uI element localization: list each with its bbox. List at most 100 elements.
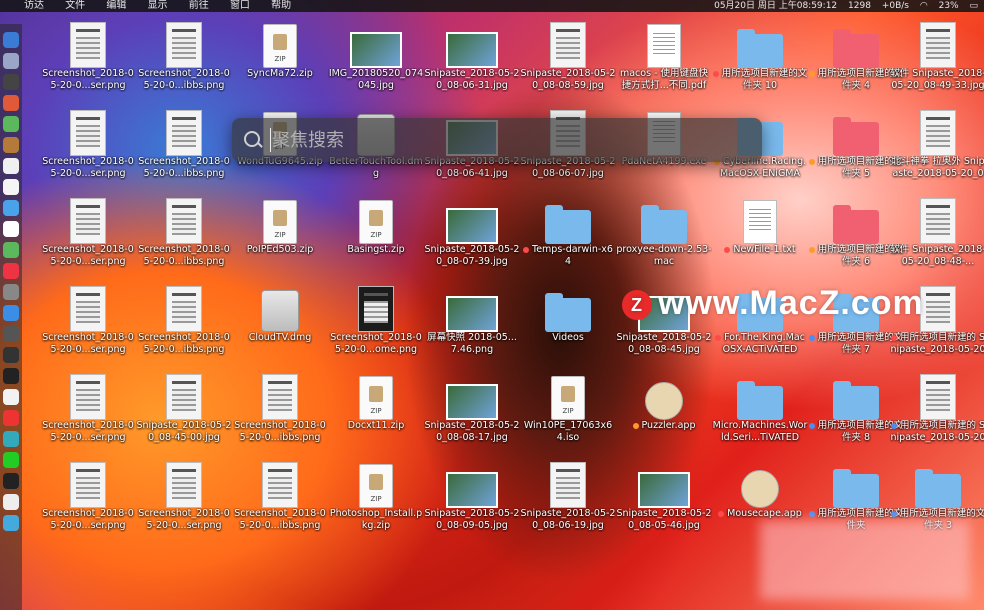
spotlight-search-input[interactable] bbox=[270, 126, 744, 154]
desktop-icon[interactable]: Screenshot_2018-05-20-0...ome.png bbox=[328, 282, 424, 356]
desktop-icon[interactable]: Snipaste_2018-05-20_08-06-19.jpg bbox=[520, 458, 616, 532]
folder-icon bbox=[833, 469, 879, 508]
dock-app-icon[interactable] bbox=[3, 221, 19, 237]
dock-app-icon[interactable] bbox=[3, 368, 19, 384]
dock-app-icon[interactable] bbox=[3, 473, 19, 489]
screenshot-icon bbox=[166, 286, 202, 332]
dock-app-icon[interactable] bbox=[3, 389, 19, 405]
dock-app-icon[interactable] bbox=[3, 515, 19, 531]
desktop-icon[interactable]: Screenshot_2018-05-20-0...ser.png bbox=[40, 106, 136, 180]
desktop-icon[interactable]: 用所选项目新建的文件夹 10 bbox=[712, 18, 808, 92]
desktop-icon[interactable]: Snipaste_2018-05-20_08-08-59.jpg bbox=[520, 18, 616, 92]
desktop-icon[interactable]: Screenshot_2018-05-20-0...ibbs.png bbox=[136, 18, 232, 92]
clock[interactable]: 05月20日 周日 上午08:59:12 bbox=[714, 1, 837, 11]
dock-app-icon[interactable] bbox=[3, 158, 19, 174]
dock-app-icon[interactable] bbox=[3, 74, 19, 90]
desktop-icon[interactable]: Screenshot_2018-05-20-0...ser.png bbox=[136, 458, 232, 532]
desktop-icon[interactable]: Screenshot_2018-05-20-0...ser.png bbox=[40, 18, 136, 92]
dock-app-icon[interactable] bbox=[3, 116, 19, 132]
screenshot-icon bbox=[262, 462, 298, 508]
dock-app-icon[interactable] bbox=[3, 32, 19, 48]
desktop-icon[interactable]: Screenshot_2018-05-20-0...ibbs.png bbox=[232, 458, 328, 532]
color-tag-icon bbox=[890, 510, 897, 517]
dock-app-icon[interactable] bbox=[3, 494, 19, 510]
dock-app-icon[interactable] bbox=[3, 179, 19, 195]
desktop-icon[interactable]: Snipaste_2018-05-20_08-05-46.jpg bbox=[616, 458, 712, 532]
screenshot-icon bbox=[166, 110, 202, 156]
menu-window[interactable]: 窗口 bbox=[230, 0, 250, 11]
menu-help[interactable]: 帮助 bbox=[271, 0, 291, 11]
desktop-icon-name: Snipaste_2018-05-20_08-05-46.jpg bbox=[616, 508, 712, 531]
screenshot-icon bbox=[920, 110, 956, 156]
desktop-icon[interactable]: proxyee-down-2.53-mac bbox=[616, 194, 712, 268]
desktop-icon[interactable]: Win10PE_17063x64.iso bbox=[520, 370, 616, 444]
desktop-icon[interactable]: 屏幕快照 2018-05...7.46.png bbox=[424, 282, 520, 356]
dock-app-icon[interactable] bbox=[3, 263, 19, 279]
desktop-icon[interactable]: SyncMa72.zip bbox=[232, 18, 328, 80]
battery-level[interactable]: 23% bbox=[939, 1, 959, 11]
desktop-icon[interactable]: Videos bbox=[520, 282, 616, 344]
desktop-icon-label: Screenshot_2018-05-20-0...ser.png bbox=[40, 68, 136, 92]
desktop-icon[interactable]: Basingst.zip bbox=[328, 194, 424, 256]
menu-go[interactable]: 前往 bbox=[189, 0, 209, 11]
desktop-icon[interactable]: Snipaste_2018-05-20_08-45-00.jpg bbox=[136, 370, 232, 444]
desktop-icon[interactable]: Screenshot_2018-05-20-0...ibbs.png bbox=[136, 106, 232, 180]
desktop-icon[interactable]: 用所选项目新建的 Snipaste_2018-05-20_08-49-20.jp… bbox=[890, 370, 984, 444]
desktop-icon[interactable]: 北斗神拳 拉奥外 Snipaste_2018-05-20_08-49-37.jp… bbox=[890, 106, 984, 180]
dock-app-icon[interactable] bbox=[3, 452, 19, 468]
battery-icon[interactable]: ▭ bbox=[969, 1, 978, 11]
desktop-icon[interactable]: macos - 使用键盘快捷方式打...不同.pdf bbox=[616, 18, 712, 92]
color-tag-icon bbox=[808, 334, 815, 341]
desktop-icon[interactable]: Docxt11.zip bbox=[328, 370, 424, 432]
desktop-icon-name: Puzzler.app bbox=[641, 420, 696, 431]
desktop-icon-label: Videos bbox=[520, 332, 616, 344]
menu-file[interactable]: 文件 bbox=[65, 0, 85, 11]
desktop-icon-label: PoIPEd503.zip bbox=[232, 244, 328, 256]
dock-app-icon[interactable] bbox=[3, 431, 19, 447]
folder-icon bbox=[833, 29, 879, 68]
dock-app-icon[interactable] bbox=[3, 326, 19, 342]
desktop-icon-label: Snipaste_2018-05-20_08-08-45.jpg bbox=[616, 332, 712, 356]
desktop-icon[interactable]: NewFile-1.txt bbox=[712, 194, 808, 256]
wifi-icon[interactable]: ◠ bbox=[920, 1, 928, 11]
desktop-icon[interactable]: Screenshot_2018-05-20-0...ser.png bbox=[40, 458, 136, 532]
desktop-icon[interactable]: Mousecape.app bbox=[712, 458, 808, 520]
desktop-icon[interactable]: PoIPEd503.zip bbox=[232, 194, 328, 256]
desktop-icon[interactable]: Temps-darwin-x64 bbox=[520, 194, 616, 268]
dock-app-icon[interactable] bbox=[3, 242, 19, 258]
menu-edit[interactable]: 编辑 bbox=[106, 0, 126, 11]
menu-view[interactable]: 显示 bbox=[148, 0, 168, 11]
desktop-icon[interactable]: Screenshot_2018-05-20-0...ibbs.png bbox=[136, 194, 232, 268]
desktop-icon[interactable]: CloudTV.dmg bbox=[232, 282, 328, 344]
desktop-icon[interactable]: Micro.Machines.World.Seri...TiVATED bbox=[712, 370, 808, 444]
desktop-icon[interactable]: 软件 Snipaste_2018-05-20_08-49-33.jpg bbox=[890, 18, 984, 92]
desktop-icon[interactable]: IMG_20180520_074045.jpg bbox=[328, 18, 424, 92]
dock-app-icon[interactable] bbox=[3, 95, 19, 111]
desktop-icon[interactable]: Snipaste_2018-05-20_08-07-39.jpg bbox=[424, 194, 520, 268]
desktop-icon[interactable]: Screenshot_2018-05-20-0...ibbs.png bbox=[232, 370, 328, 444]
dock-app-icon[interactable] bbox=[3, 53, 19, 69]
desktop-icon-label: Screenshot_2018-05-20-0...ibbs.png bbox=[136, 244, 232, 268]
desktop-icon[interactable]: Puzzler.app bbox=[616, 370, 712, 432]
desktop-icon[interactable]: Screenshot_2018-05-20-0...ser.png bbox=[40, 282, 136, 356]
desktop-icon[interactable]: Snipaste_2018-05-20_08-06-31.jpg bbox=[424, 18, 520, 92]
desktop-icon[interactable]: 软件 Snipaste_2018-05-20_08-48-... bbox=[890, 194, 984, 268]
desktop-icon[interactable]: Screenshot_2018-05-20-0...ibbs.png bbox=[136, 282, 232, 356]
dock-app-icon[interactable] bbox=[3, 410, 19, 426]
desktop-icon[interactable]: Screenshot_2018-05-20-0...ser.png bbox=[40, 370, 136, 444]
desktop-icon-name: Screenshot_2018-05-20-0...ser.png bbox=[42, 420, 134, 443]
desktop-icon[interactable]: Snipaste_2018-05-20_08-09-05.jpg bbox=[424, 458, 520, 532]
desktop-icon[interactable]: Snipaste_2018-05-20_08-08-17.jpg bbox=[424, 370, 520, 444]
screenshot-icon bbox=[70, 198, 106, 244]
net-down: +0B/s bbox=[881, 1, 909, 11]
desktop-icon[interactable]: Screenshot_2018-05-20-0...ser.png bbox=[40, 194, 136, 268]
dock-app-icon[interactable] bbox=[3, 284, 19, 300]
app-icon bbox=[741, 470, 779, 508]
dock-app-icon[interactable] bbox=[3, 347, 19, 363]
desktop-icon-name: Photoshop_Install.pkg.zip bbox=[329, 508, 423, 531]
menu-finder[interactable]: 访达 bbox=[24, 0, 44, 11]
dock-app-icon[interactable] bbox=[3, 137, 19, 153]
dock-app-icon[interactable] bbox=[3, 200, 19, 216]
desktop-icon[interactable]: Photoshop_Install.pkg.zip bbox=[328, 458, 424, 532]
dock-app-icon[interactable] bbox=[3, 305, 19, 321]
